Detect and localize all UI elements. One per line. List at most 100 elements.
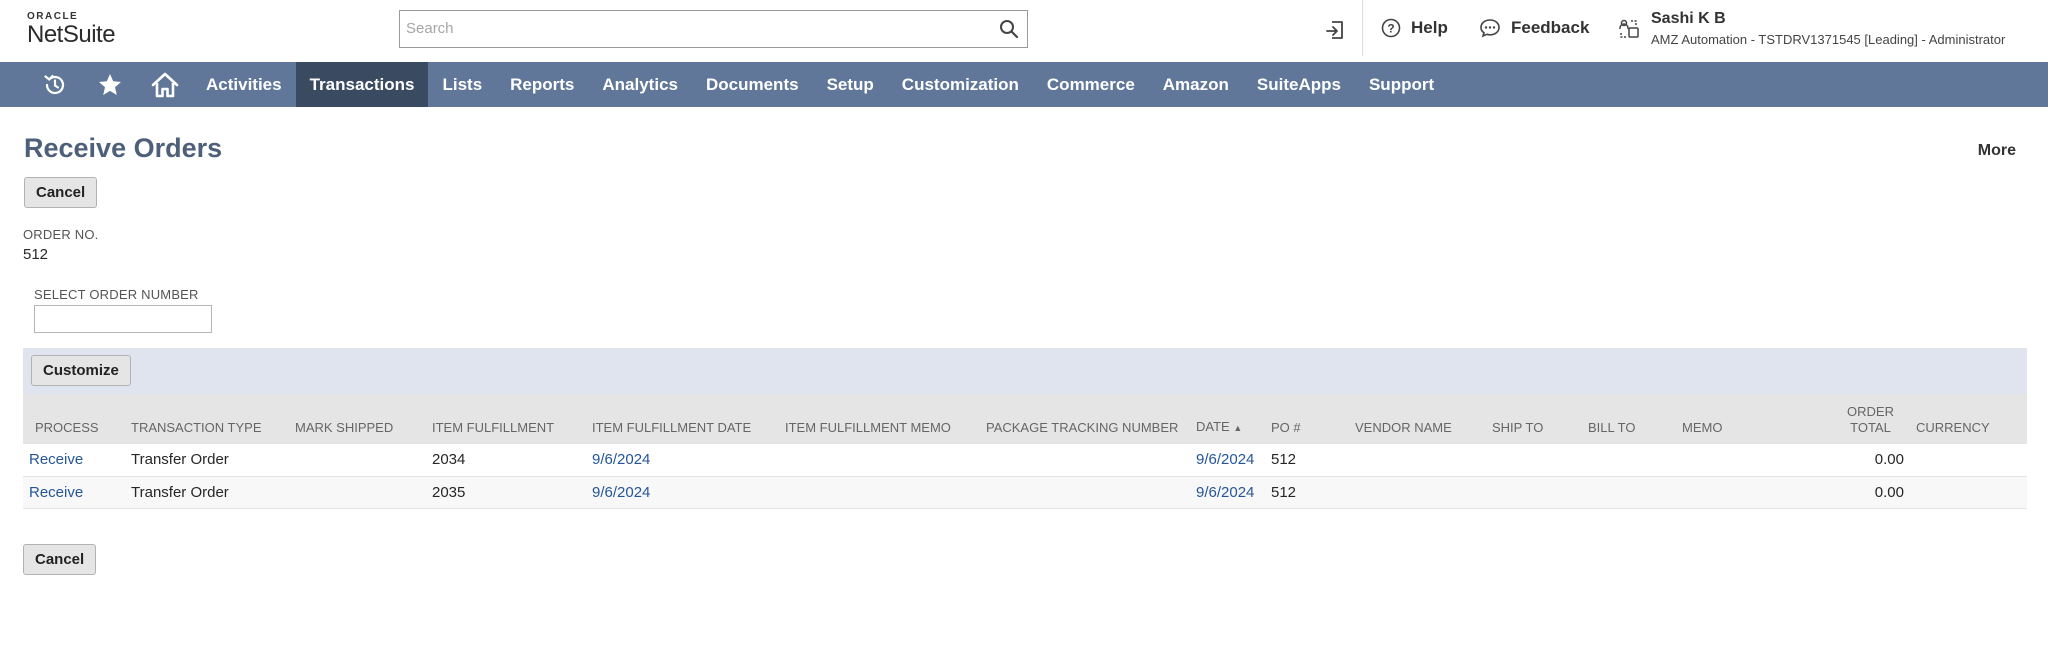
help-label: Help [1411, 18, 1448, 37]
cell-order-total: 0.00 [1791, 444, 1910, 477]
col-order-total-line1: ORDER [1847, 404, 1894, 419]
cell-item-fulfillment-memo [779, 476, 980, 509]
receive-link[interactable]: Receive [29, 451, 83, 468]
col-item-fulfillment-memo[interactable]: ITEM FULFILLMENT MEMO [779, 394, 980, 444]
home-icon [151, 72, 178, 97]
cell-ship-to [1486, 476, 1582, 509]
cell-package-tracking-number [980, 444, 1190, 477]
nav-documents[interactable]: Documents [692, 62, 813, 107]
top-header: ORACLE NetSuite ? Help Feedback [0, 0, 2048, 62]
global-search [399, 10, 1028, 48]
cell-mark-shipped [289, 476, 426, 509]
table-header-row: PROCESS TRANSACTION TYPE MARK SHIPPED IT… [23, 394, 2027, 444]
cell-ship-to [1486, 444, 1582, 477]
date-link[interactable]: 9/6/2024 [1196, 484, 1254, 501]
cell-vendor-name [1349, 476, 1486, 509]
receive-orders-table: PROCESS TRANSACTION TYPE MARK SHIPPED IT… [23, 394, 2027, 509]
col-bill-to[interactable]: BILL TO [1582, 394, 1676, 444]
col-process[interactable]: PROCESS [23, 394, 125, 444]
recent-records-icon[interactable] [1324, 18, 1348, 42]
order-no-value: 512 [23, 246, 49, 263]
cell-date: 9/6/2024 [1190, 444, 1265, 477]
cell-currency [1910, 476, 2027, 509]
col-item-fulfillment[interactable]: ITEM FULFILLMENT [426, 394, 586, 444]
cell-po: 512 [1265, 476, 1349, 509]
cell-order-total: 0.00 [1791, 476, 1910, 509]
col-package-tracking-number[interactable]: PACKAGE TRACKING NUMBER [980, 394, 1190, 444]
favorites-button[interactable] [82, 62, 137, 107]
nav-transactions[interactable]: Transactions [295, 62, 429, 107]
recent-history-button[interactable] [27, 62, 82, 107]
nav-setup[interactable]: Setup [813, 62, 888, 107]
sort-asc-icon: ▲ [1233, 423, 1243, 433]
nav-support[interactable]: Support [1355, 62, 1448, 107]
cell-currency [1910, 444, 2027, 477]
cell-transaction-type: Transfer Order [125, 444, 289, 477]
receive-link[interactable]: Receive [29, 484, 83, 501]
nav-lists[interactable]: Lists [428, 62, 496, 107]
user-name: Sashi K B [1651, 10, 1726, 27]
feedback-link[interactable]: Feedback [1479, 18, 1589, 38]
nav-commerce[interactable]: Commerce [1033, 62, 1149, 107]
user-role: AMZ Automation - TSTDRV1371545 [Leading]… [1651, 32, 2006, 47]
cell-bill-to [1582, 444, 1676, 477]
help-icon: ? [1381, 18, 1401, 38]
cell-item-fulfillment-date: 9/6/2024 [586, 444, 779, 477]
col-date-label: DATE [1196, 419, 1230, 434]
role-switch-icon [1619, 19, 1639, 38]
item-fulfillment-date-link[interactable]: 9/6/2024 [592, 484, 650, 501]
cell-po: 512 [1265, 444, 1349, 477]
nav-amazon[interactable]: Amazon [1149, 62, 1243, 107]
col-currency[interactable]: CURRENCY [1910, 394, 2027, 444]
logo-netsuite-text: NetSuite [27, 21, 116, 48]
col-mark-shipped[interactable]: MARK SHIPPED [289, 394, 426, 444]
col-item-fulfillment-date[interactable]: ITEM FULFILLMENT DATE [586, 394, 779, 444]
search-input[interactable] [400, 11, 980, 46]
feedback-icon [1480, 19, 1500, 38]
cancel-button-top[interactable]: Cancel [24, 177, 98, 208]
nav-reports[interactable]: Reports [496, 62, 588, 107]
col-vendor-name[interactable]: VENDOR NAME [1349, 394, 1486, 444]
cell-item-fulfillment: 2035 [426, 476, 586, 509]
main-nav: Activities Transactions Lists Reports An… [0, 62, 2048, 107]
cancel-button-bottom[interactable]: Cancel [23, 544, 97, 575]
col-date[interactable]: DATE ▲ [1190, 394, 1265, 444]
customize-button[interactable]: Customize [31, 355, 131, 386]
nav-customization[interactable]: Customization [888, 62, 1033, 107]
table-row: Receive Transfer Order 2035 9/6/2024 9/6… [23, 476, 2027, 509]
col-order-total-line2: TOTAL [1850, 420, 1891, 435]
nav-activities[interactable]: Activities [192, 62, 296, 107]
help-link[interactable]: ? Help [1381, 18, 1448, 38]
header-divider [1362, 0, 1363, 56]
item-fulfillment-date-link[interactable]: 9/6/2024 [592, 451, 650, 468]
cell-item-fulfillment-memo [779, 444, 980, 477]
svg-text:?: ? [1387, 22, 1394, 36]
feedback-label: Feedback [1511, 18, 1590, 37]
nav-suiteapps[interactable]: SuiteApps [1243, 62, 1355, 107]
col-memo[interactable]: MEMO [1676, 394, 1791, 444]
col-order-total[interactable]: ORDER TOTAL [1791, 394, 1910, 444]
col-po[interactable]: PO # [1265, 394, 1349, 444]
nav-analytics[interactable]: Analytics [588, 62, 692, 107]
cell-bill-to [1582, 476, 1676, 509]
cell-memo [1676, 476, 1791, 509]
cell-item-fulfillment-date: 9/6/2024 [586, 476, 779, 509]
select-order-number-input[interactable] [34, 305, 212, 333]
col-transaction-type[interactable]: TRANSACTION TYPE [125, 394, 289, 444]
cell-memo [1676, 444, 1791, 477]
table-row: Receive Transfer Order 2034 9/6/2024 9/6… [23, 444, 2027, 477]
home-button[interactable] [137, 62, 192, 107]
netsuite-logo[interactable]: ORACLE NetSuite [27, 12, 116, 48]
col-ship-to[interactable]: SHIP TO [1486, 394, 1582, 444]
cell-transaction-type: Transfer Order [125, 476, 289, 509]
cell-package-tracking-number [980, 476, 1190, 509]
star-icon [98, 73, 121, 95]
cell-item-fulfillment: 2034 [426, 444, 586, 477]
cell-date: 9/6/2024 [1190, 476, 1265, 509]
order-no-label: ORDER NO. [23, 227, 99, 242]
cell-mark-shipped [289, 444, 426, 477]
more-link[interactable]: More [1978, 142, 2016, 160]
date-link[interactable]: 9/6/2024 [1196, 451, 1254, 468]
search-icon[interactable] [999, 19, 1019, 39]
cell-vendor-name [1349, 444, 1486, 477]
